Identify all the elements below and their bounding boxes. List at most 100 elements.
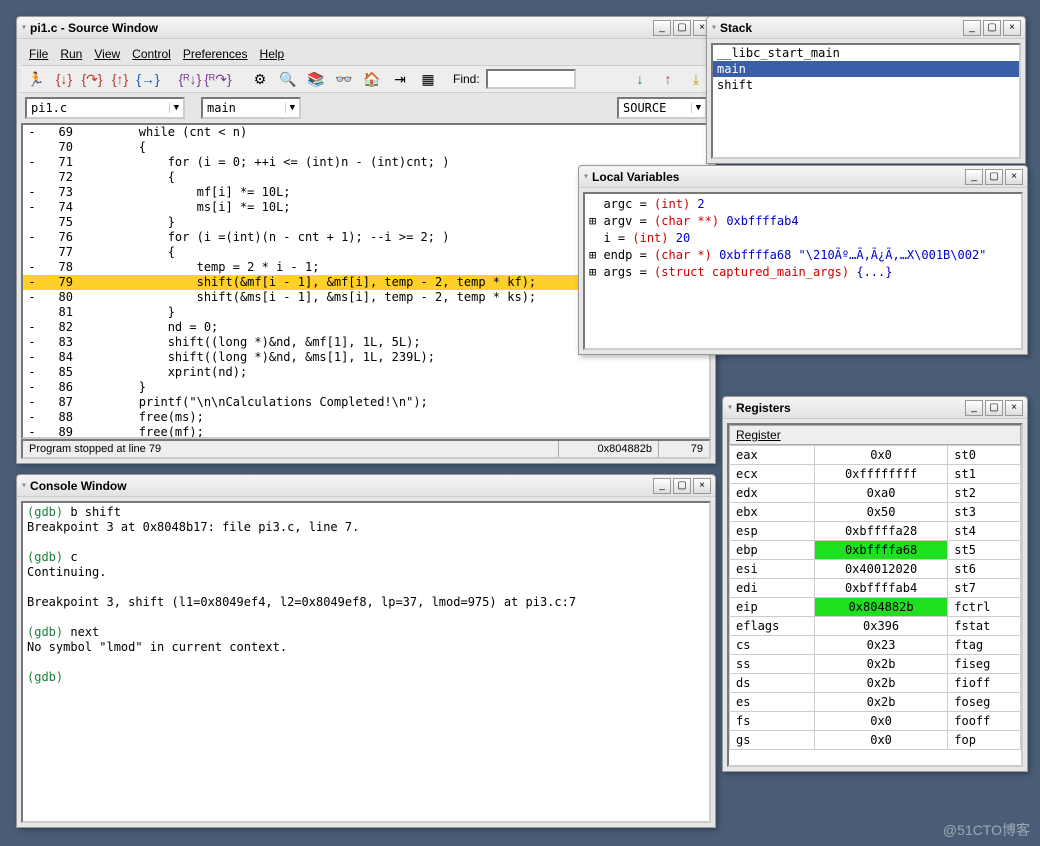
source-line[interactable]: 70 { <box>23 140 709 155</box>
down-stack-icon[interactable]: ↓ <box>629 68 651 90</box>
grip-icon: ▾ <box>711 22 716 33</box>
menu-run[interactable]: Run <box>60 47 82 61</box>
minimize-button[interactable]: _ <box>963 20 981 36</box>
nexti-icon[interactable]: {ᴿ↷} <box>207 68 229 90</box>
breakpoints-icon[interactable]: ⇥ <box>389 68 411 90</box>
maximize-button[interactable]: ▢ <box>983 20 1001 36</box>
source-line[interactable]: -87 printf("\n\nCalculations Completed!\… <box>23 395 709 410</box>
watch-icon[interactable]: 👓 <box>333 68 355 90</box>
register-row[interactable]: ecx0xffffffffst1 <box>730 465 1021 484</box>
register-row[interactable]: edx0xa0st2 <box>730 484 1021 503</box>
register-row[interactable]: edi0xbffffab4st7 <box>730 579 1021 598</box>
console-title: Console Window <box>30 479 651 493</box>
register-row[interactable]: ebp0xbffffa68st5 <box>730 541 1021 560</box>
stack-frame[interactable]: __libc_start_main <box>713 45 1019 61</box>
local-variables-window: ▾ Local Variables _ ▢ × argc = (int) 2⊞ … <box>578 165 1028 355</box>
registers-window: ▾ Registers _ ▢ × Register eax0x0st0ecx0… <box>722 396 1028 772</box>
register-row[interactable]: es0x2bfoseg <box>730 693 1021 712</box>
register-row[interactable]: eflags0x396fstat <box>730 617 1021 636</box>
register-row[interactable]: gs0x0fop <box>730 731 1021 750</box>
source-title: pi1.c - Source Window <box>30 21 651 35</box>
maximize-button[interactable]: ▢ <box>673 20 691 36</box>
close-button[interactable]: × <box>1003 20 1021 36</box>
watermark: @51CTO博客 <box>943 820 1030 840</box>
chevron-down-icon: ▼ <box>691 103 701 113</box>
register-row[interactable]: eip0x804882bfctrl <box>730 598 1021 617</box>
close-button[interactable]: × <box>693 478 711 494</box>
registers-panel: Register eax0x0st0ecx0xffffffffst1edx0xa… <box>727 423 1023 767</box>
continue-icon[interactable]: {→} <box>137 68 159 90</box>
maximize-button[interactable]: ▢ <box>985 400 1003 416</box>
registers-header[interactable]: Register <box>729 425 1021 445</box>
source-line[interactable]: -86 } <box>23 380 709 395</box>
minimize-button[interactable]: _ <box>653 20 671 36</box>
find-input[interactable] <box>486 69 576 89</box>
menubar: File Run View Control Preferences Help <box>21 43 711 65</box>
step-icon[interactable]: {↓} <box>53 68 75 90</box>
source-line[interactable]: -85 xprint(nd); <box>23 365 709 380</box>
minimize-button[interactable]: _ <box>965 400 983 416</box>
status-address: 0x804882b <box>559 441 659 457</box>
register-row[interactable]: ebx0x50st3 <box>730 503 1021 522</box>
localvars-titlebar[interactable]: ▾ Local Variables _ ▢ × <box>579 166 1027 188</box>
local-variable-row[interactable]: ⊞ args = (struct captured_main_args) {..… <box>589 264 1017 281</box>
console-titlebar[interactable]: ▾ Console Window _ ▢ × <box>17 475 715 497</box>
local-variable-row[interactable]: argc = (int) 2 <box>589 196 1017 213</box>
local-variables-list[interactable]: argc = (int) 2⊞ argv = (char **) 0xbffff… <box>583 192 1023 350</box>
register-row[interactable]: fs0x0fooff <box>730 712 1021 731</box>
stack-frame[interactable]: main <box>713 61 1019 77</box>
status-line: 79 <box>659 441 709 457</box>
register-row[interactable]: esi0x40012020st6 <box>730 560 1021 579</box>
minimize-button[interactable]: _ <box>965 169 983 185</box>
memory-icon[interactable]: 🔍 <box>277 68 299 90</box>
mode-combo[interactable]: SOURCE▼ <box>617 97 707 119</box>
menu-preferences[interactable]: Preferences <box>183 47 248 61</box>
close-button[interactable]: × <box>1005 169 1023 185</box>
console-icon[interactable]: ▦ <box>417 68 439 90</box>
locals-icon[interactable]: 🏠 <box>361 68 383 90</box>
menu-help[interactable]: Help <box>260 47 285 61</box>
up-stack-icon[interactable]: ↑ <box>657 68 679 90</box>
source-titlebar[interactable]: ▾ pi1.c - Source Window _ ▢ × <box>17 17 715 39</box>
register-row[interactable]: ss0x2bfiseg <box>730 655 1021 674</box>
local-variable-row[interactable]: ⊞ endp = (char *) 0xbffffa68 "\210Ãº…Ã‚Ã… <box>589 247 1017 264</box>
minimize-button[interactable]: _ <box>653 478 671 494</box>
source-line[interactable]: -88 free(ms); <box>23 410 709 425</box>
stack-list[interactable]: __libc_start_mainmainshift <box>711 43 1021 159</box>
selector-row: pi1.c▼ main▼ SOURCE▼ <box>21 93 711 123</box>
register-row[interactable]: esp0xbffffa28st4 <box>730 522 1021 541</box>
chevron-down-icon: ▼ <box>169 103 179 113</box>
grip-icon: ▾ <box>21 480 26 491</box>
file-combo[interactable]: pi1.c▼ <box>25 97 185 119</box>
menu-control[interactable]: Control <box>132 47 171 61</box>
function-combo[interactable]: main▼ <box>201 97 301 119</box>
register-row[interactable]: cs0x23ftag <box>730 636 1021 655</box>
maximize-button[interactable]: ▢ <box>985 169 1003 185</box>
bottom-stack-icon[interactable]: ⤓ <box>685 68 707 90</box>
registers-icon[interactable]: ⚙ <box>249 68 271 90</box>
console-output[interactable]: (gdb) b shiftBreakpoint 3 at 0x8048b17: … <box>21 501 711 823</box>
grip-icon: ▾ <box>727 402 732 413</box>
local-variable-row[interactable]: i = (int) 20 <box>589 230 1017 247</box>
register-row[interactable]: eax0x0st0 <box>730 446 1021 465</box>
menu-file[interactable]: File <box>29 47 48 61</box>
finish-icon[interactable]: {↑} <box>109 68 131 90</box>
stack-titlebar[interactable]: ▾ Stack _ ▢ × <box>707 17 1025 39</box>
next-icon[interactable]: {↷} <box>81 68 103 90</box>
toolbar: 🏃 {↓} {↷} {↑} {→} {ᴿ↓} {ᴿ↷} ⚙ 🔍 📚 👓 🏠 ⇥ … <box>21 65 711 93</box>
source-line[interactable]: -89 free(mf); <box>23 425 709 439</box>
run-icon[interactable]: 🏃 <box>25 68 47 90</box>
stack-frame[interactable]: shift <box>713 77 1019 93</box>
register-row[interactable]: ds0x2bfioff <box>730 674 1021 693</box>
registers-titlebar[interactable]: ▾ Registers _ ▢ × <box>723 397 1027 419</box>
stack-icon[interactable]: 📚 <box>305 68 327 90</box>
stack-window: ▾ Stack _ ▢ × __libc_start_mainmainshift <box>706 16 1026 164</box>
chevron-down-icon: ▼ <box>285 103 295 113</box>
local-variable-row[interactable]: ⊞ argv = (char **) 0xbffffab4 <box>589 213 1017 230</box>
stepi-icon[interactable]: {ᴿ↓} <box>179 68 201 90</box>
maximize-button[interactable]: ▢ <box>673 478 691 494</box>
close-button[interactable]: × <box>1005 400 1023 416</box>
stack-title: Stack <box>720 21 961 35</box>
menu-view[interactable]: View <box>94 47 120 61</box>
source-line[interactable]: -69 while (cnt < n) <box>23 125 709 140</box>
